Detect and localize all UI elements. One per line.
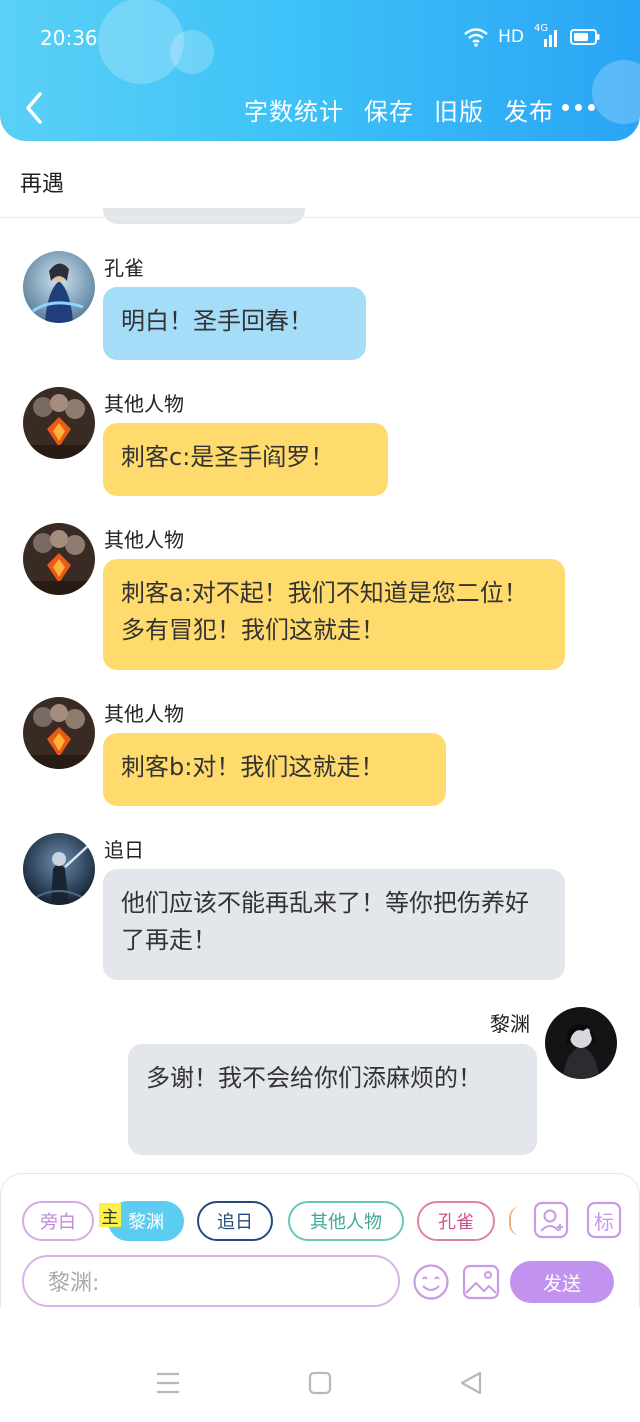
tag-button[interactable]: 标 — [586, 1201, 622, 1239]
decorative-bubble — [592, 60, 640, 124]
sender-name: 其他人物 — [104, 528, 184, 552]
dot — [562, 103, 569, 111]
system-navigation-bar — [0, 1307, 640, 1422]
avatar-zhuiri[interactable] — [23, 833, 95, 905]
message-bubble[interactable]: 他们应该不能再乱来了！等你把伤养好了再走！ — [103, 869, 565, 980]
avatar-liyuan[interactable] — [545, 1007, 617, 1079]
role-chip-narration[interactable]: 旁白 — [22, 1201, 94, 1241]
role-chip-overflow-edge — [509, 1206, 521, 1236]
decorative-bubble — [170, 30, 214, 74]
send-button[interactable]: 发送 — [510, 1261, 614, 1303]
role-chip-label: 黎渊 — [128, 1212, 164, 1233]
role-chip-other-characters[interactable]: 其他人物 — [288, 1201, 404, 1241]
person-card-icon — [533, 1201, 569, 1239]
battery-icon — [570, 29, 600, 45]
tag-label: 标 — [594, 1209, 614, 1234]
back-nav-icon[interactable] — [458, 1370, 484, 1396]
image-icon — [462, 1264, 500, 1300]
wifi-icon — [464, 28, 488, 47]
host-role-tag: 主 — [99, 1203, 121, 1228]
status-time: 20:36 — [40, 26, 98, 50]
image-button[interactable] — [462, 1263, 500, 1301]
avatar-kongque[interactable] — [23, 251, 95, 323]
role-chip-label: 其他人物 — [310, 1212, 382, 1233]
sender-name: 其他人物 — [104, 392, 184, 416]
character-manage-button[interactable] — [533, 1201, 569, 1239]
sender-name: 黎渊 — [490, 1012, 530, 1036]
signal-icon: 4G — [534, 23, 560, 47]
sender-name: 追日 — [104, 838, 144, 862]
sender-name: 孔雀 — [104, 256, 144, 280]
avatar-other-characters[interactable] — [23, 387, 95, 459]
top-header: 20:36 HD 4G 字数统计 保存 旧版 发布 — [0, 0, 640, 141]
menu-nav-icon[interactable] — [155, 1370, 181, 1396]
home-nav-icon[interactable] — [308, 1370, 332, 1396]
previous-message-bubble — [103, 208, 305, 224]
message-bubble[interactable]: 刺客c:是圣手阎罗！ — [103, 423, 388, 496]
message-bubble[interactable]: 刺客a:对不起！我们不知道是您二位！多有冒犯！我们这就走！ — [103, 559, 565, 670]
back-button[interactable] — [20, 88, 50, 128]
sender-name: 其他人物 — [104, 702, 184, 726]
message-bubble[interactable]: 刺客b:对！我们这就走！ — [103, 733, 446, 806]
message-input[interactable]: 黎渊: — [22, 1255, 400, 1307]
chapter-title[interactable]: 再遇 — [20, 166, 64, 198]
publish-button[interactable]: 发布 — [504, 92, 554, 127]
status-bar-icons: HD 4G — [464, 23, 600, 47]
title-divider — [0, 217, 640, 218]
dot — [588, 103, 595, 111]
avatar-other-characters[interactable] — [23, 697, 95, 769]
smile-icon — [413, 1264, 449, 1300]
role-chip-label: 孔雀 — [438, 1212, 474, 1233]
old-version-button[interactable]: 旧版 — [434, 92, 484, 127]
save-button[interactable]: 保存 — [364, 92, 414, 127]
hd-indicator: HD — [498, 27, 524, 47]
signal-bars-icon — [544, 30, 557, 47]
chevron-left-icon — [26, 92, 42, 124]
role-chip-label: 旁白 — [40, 1212, 76, 1233]
avatar-other-characters[interactable] — [23, 523, 95, 595]
emoji-button[interactable] — [412, 1263, 450, 1301]
message-bubble[interactable]: 明白！圣手回春！ — [103, 287, 366, 360]
dot — [575, 103, 582, 111]
input-placeholder: 黎渊: — [48, 1271, 100, 1296]
message-bubble[interactable]: 多谢！我不会给你们添麻烦的！ — [128, 1044, 537, 1155]
word-count-button[interactable]: 字数统计 — [244, 92, 344, 127]
role-chip-zhuiri[interactable]: 追日 — [197, 1201, 273, 1241]
role-chip-kongque[interactable]: 孔雀 — [417, 1201, 495, 1241]
role-chip-label: 追日 — [217, 1212, 253, 1233]
toolbar: 字数统计 保存 旧版 发布 — [244, 92, 554, 127]
more-options-button[interactable] — [562, 92, 598, 122]
